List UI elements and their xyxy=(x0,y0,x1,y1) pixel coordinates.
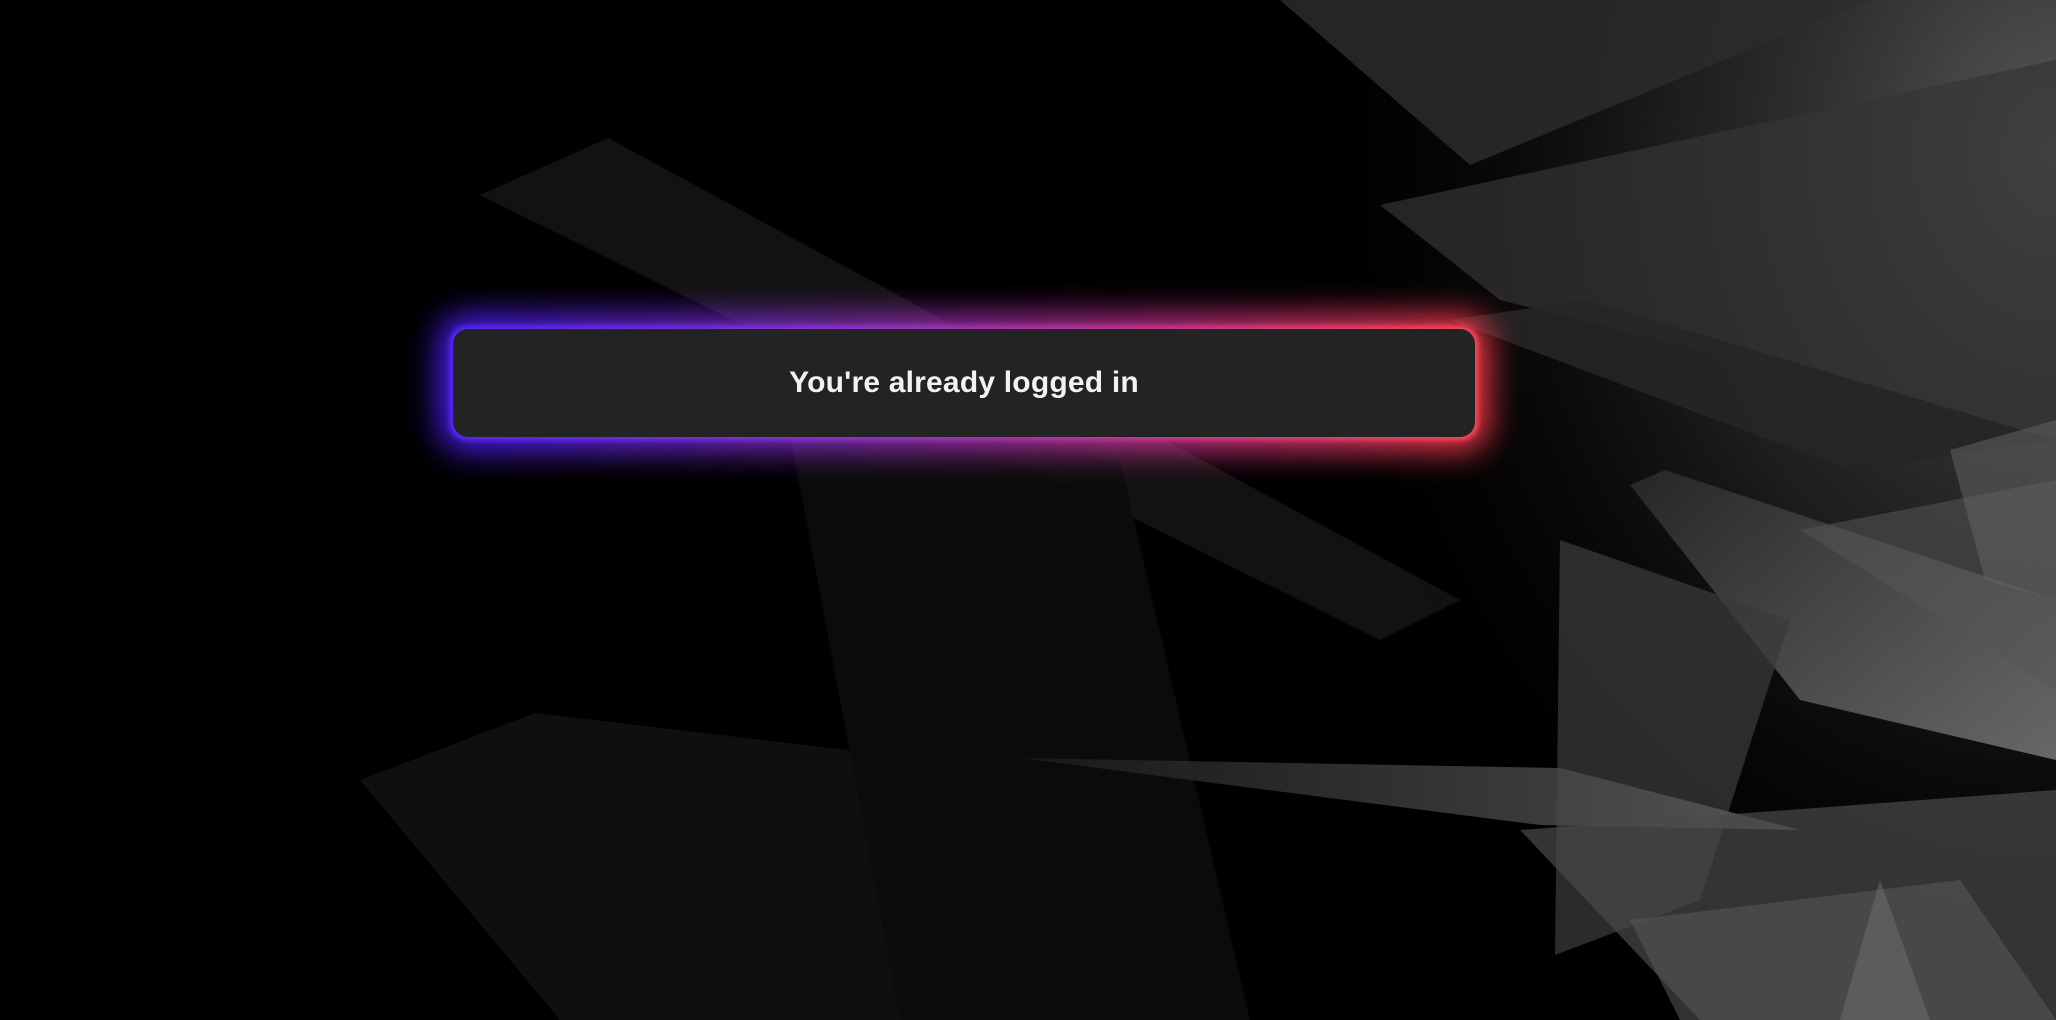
login-status-banner: You're already logged in xyxy=(439,315,1489,451)
page-background: You're already logged in xyxy=(0,0,2056,1020)
already-logged-in-message: You're already logged in xyxy=(789,366,1139,399)
banner-panel: You're already logged in xyxy=(453,329,1475,437)
abstract-background-art xyxy=(360,0,2056,1020)
